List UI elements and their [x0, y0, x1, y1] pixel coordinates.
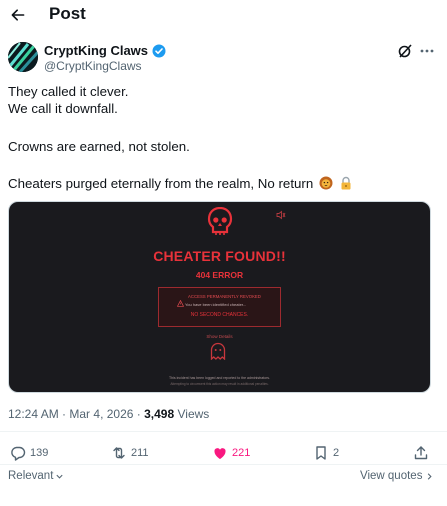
avatar[interactable]	[8, 42, 38, 72]
view-quotes-label: View quotes	[360, 470, 423, 482]
author-name-text[interactable]: CryptKing Claws	[44, 43, 148, 58]
media-headline: CHEATER FOUND!!	[153, 248, 286, 264]
tweet-text-line-last: Cheaters purged eternally from the realm…	[8, 176, 353, 192]
repost-button[interactable]: 211	[111, 444, 149, 462]
chevron-right-icon	[428, 472, 433, 480]
lock-emoji-icon	[339, 176, 353, 190]
views-label: Views	[177, 407, 210, 421]
sound-icon	[276, 207, 286, 220]
bookmark-button[interactable]: 2	[313, 444, 339, 462]
media-fine-print: This incident has been logged and report…	[169, 376, 270, 380]
back-arrow-icon[interactable]	[8, 5, 28, 25]
reply-icon	[11, 446, 26, 461]
tweet-text-line: Crowns are earned, not stolen.	[8, 139, 190, 154]
show-details-link: Show Details	[206, 334, 233, 339]
repost-count: 211	[131, 447, 149, 459]
repost-icon	[113, 447, 125, 459]
media-fine-print: Attempting to circumvent this action may…	[170, 382, 269, 386]
warning-icon	[176, 294, 185, 307]
attached-image[interactable]: CHEATER FOUND!! 404 ERROR ACCESS PERMANE…	[8, 201, 431, 393]
tweet-text-line: They called it clever.	[8, 84, 129, 99]
heart-icon	[214, 448, 226, 459]
lion-emoji-icon	[319, 176, 333, 190]
post-header: Post	[0, 0, 447, 30]
grok-icon[interactable]	[397, 43, 413, 59]
author-name[interactable]: CryptKing Claws	[44, 43, 166, 58]
media-error-code: 404 ERROR	[195, 270, 244, 280]
chevron-down-icon	[56, 474, 63, 479]
ghost-icon	[209, 342, 227, 361]
sort-label: Relevant	[8, 470, 54, 482]
author-handle[interactable]: @CryptKingClaws	[44, 59, 142, 73]
divider	[0, 431, 447, 432]
tweet-text: Cheaters purged eternally from the realm…	[8, 176, 314, 191]
box-subtext: You have been identified cheater...	[185, 302, 247, 307]
views-count: 3,498	[144, 407, 175, 421]
like-count: 221	[232, 447, 251, 459]
sort-replies-dropdown[interactable]: Relevant	[8, 470, 64, 482]
bookmark-icon	[316, 446, 326, 460]
tweet-text-line: We call it downfall.	[8, 101, 118, 116]
post-date[interactable]: Mar 4, 2026	[69, 407, 133, 421]
post-time[interactable]: 12:24 AM	[8, 407, 59, 421]
skull-icon	[207, 206, 233, 237]
divider	[0, 464, 447, 465]
bookmark-count: 2	[333, 447, 340, 459]
share-button[interactable]	[413, 444, 429, 462]
view-quotes-link[interactable]: View quotes	[360, 470, 434, 482]
post-meta: 12:24 AM · Mar 4, 2026 · 3,498 Views	[8, 407, 209, 421]
reply-button[interactable]: 139	[10, 444, 48, 462]
page-title: Post	[49, 4, 86, 23]
box-heading: ACCESS PERMANENTLY REVOKED	[188, 294, 261, 299]
share-icon	[414, 446, 428, 460]
like-button[interactable]: 221	[212, 444, 250, 462]
reply-count: 139	[30, 447, 49, 459]
access-revoked-box: ACCESS PERMANENTLY REVOKED You have been…	[158, 287, 281, 327]
verified-badge-icon	[152, 44, 166, 58]
box-emphasis: NO SECOND CHANCES.	[190, 312, 249, 318]
more-options-icon[interactable]	[419, 43, 435, 59]
